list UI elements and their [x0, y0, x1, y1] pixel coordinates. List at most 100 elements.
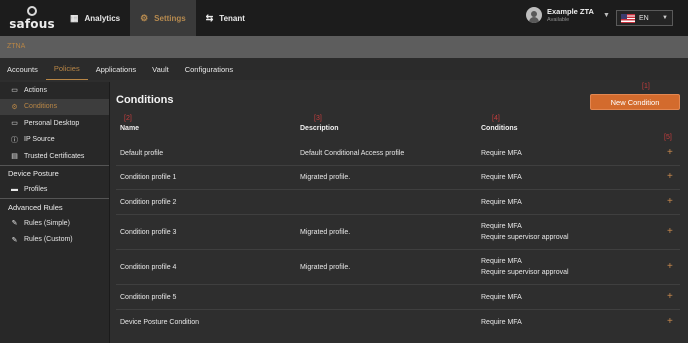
top-bar: safous ▦ Analytics ⚙ Settings ⇆ Tenant E…	[0, 0, 688, 36]
sidebar-item-label: Rules (Custom)	[24, 236, 73, 244]
table-row[interactable]: Default profile Default Conditional Acce…	[116, 142, 680, 166]
sidebar-item-conditions[interactable]: ⚙ Conditions	[0, 98, 109, 115]
row-condition: Require MFA	[481, 223, 522, 230]
row-name: Device Posture Condition	[120, 319, 199, 326]
marker-5: [5]	[664, 134, 672, 141]
chevron-down-icon: ▼	[662, 15, 668, 21]
tool-icon: ✎	[11, 220, 18, 228]
sidebar-item-rules-custom[interactable]: ✎ Rules (Custom)	[0, 232, 109, 249]
sidebar-item-trusted-certificates[interactable]: ▤ Trusted Certificates	[0, 148, 109, 165]
sidebar-item-label: Rules (Simple)	[24, 219, 70, 227]
row-condition: Require supervisor approval	[481, 234, 569, 241]
sidebar-item-profiles[interactable]: ▬ Profiles	[0, 182, 109, 199]
row-name: Condition profile 5	[120, 294, 177, 301]
logo-text: safous	[9, 16, 55, 31]
row-name: Condition profile 1	[120, 174, 177, 181]
marker-1: [1]	[642, 83, 650, 90]
main-content: Conditions [1] New Condition [2] [3] [4]…	[110, 82, 688, 343]
table-row[interactable]: Condition profile 4 Migrated profile. Re…	[116, 250, 680, 285]
user-status: Available	[547, 17, 570, 23]
language-select[interactable]: EN ▼	[616, 10, 673, 26]
user-name: Example ZTA	[547, 7, 594, 16]
row-description: Migrated profile.	[300, 229, 351, 236]
sidebar-group-device-posture: Device Posture	[0, 164, 109, 182]
tab-vault[interactable]: Vault	[144, 58, 177, 80]
sidebar-item-label: Profiles	[24, 186, 48, 194]
nav-settings-label: Settings	[154, 13, 186, 23]
analytics-icon: ▦	[70, 12, 79, 23]
product-band: ZTNA	[0, 36, 688, 58]
add-icon[interactable]: +	[667, 147, 673, 158]
profile-icon: ▬	[11, 186, 18, 194]
row-name: Condition profile 4	[120, 264, 177, 271]
column-header-name[interactable]: Name	[120, 125, 139, 132]
row-condition: Require supervisor approval	[481, 269, 569, 276]
table-row[interactable]: Condition profile 3 Migrated profile. Re…	[116, 215, 680, 250]
add-icon[interactable]: +	[667, 226, 673, 237]
tab-configurations[interactable]: Configurations	[177, 58, 241, 80]
row-condition: Require MFA	[481, 150, 522, 157]
gear-icon: ⚙	[140, 12, 149, 23]
add-icon[interactable]: +	[667, 171, 673, 182]
add-icon[interactable]: +	[667, 196, 673, 207]
row-description: Migrated profile.	[300, 264, 351, 271]
sidebar-item-label: Actions	[24, 86, 47, 94]
column-header-description[interactable]: Description	[300, 125, 339, 132]
sidebar-group-advanced-rules: Advanced Rules	[0, 198, 109, 215]
sidebar-item-label: Conditions	[24, 103, 58, 111]
row-name: Condition profile 3	[120, 229, 177, 236]
us-flag-icon	[621, 13, 635, 23]
sidebar-item-rules-simple[interactable]: ✎ Rules (Simple)	[0, 215, 109, 232]
product-label: ZTNA	[7, 43, 26, 50]
avatar	[526, 7, 542, 23]
tenant-icon: ⇆	[205, 12, 214, 23]
marker-3: [3]	[314, 115, 322, 122]
sidebar-item-label: Personal Desktop	[24, 119, 80, 127]
new-condition-button[interactable]: New Condition	[590, 94, 680, 110]
row-condition: Require MFA	[481, 294, 522, 301]
nav-tenant[interactable]: ⇆ Tenant	[196, 0, 255, 36]
tab-policies[interactable]: Policies	[45, 58, 88, 80]
add-icon[interactable]: +	[667, 291, 673, 302]
gear-icon: ⚙	[11, 103, 18, 111]
sidebar-item-personal-desktop[interactable]: ▭ Personal Desktop	[0, 115, 109, 132]
monitor-icon: ▭	[11, 120, 18, 128]
sidebar-item-ip-source[interactable]: ⓘ IP Source	[0, 132, 109, 149]
tool-icon: ✎	[11, 236, 18, 244]
column-header-conditions[interactable]: Conditions	[481, 125, 518, 132]
marker-2: [2]	[124, 115, 132, 122]
nav-settings[interactable]: ⚙ Settings	[130, 0, 196, 36]
row-name: Condition profile 2	[120, 199, 177, 206]
nav-analytics-label: Analytics	[84, 13, 121, 23]
row-condition: Require MFA	[481, 199, 522, 206]
safous-logo[interactable]: safous	[4, 5, 60, 31]
nav-analytics[interactable]: ▦ Analytics	[60, 0, 130, 36]
add-icon[interactable]: +	[667, 261, 673, 272]
certificate-icon: ▤	[11, 153, 18, 161]
monitor-icon: ▭	[11, 87, 18, 95]
chevron-down-icon: ▼	[602, 11, 610, 19]
add-icon[interactable]: +	[667, 316, 673, 327]
user-menu[interactable]: Example ZTA Available ▼	[526, 7, 610, 23]
sidebar: ▭ Actions ⚙ Conditions ▭ Personal Deskto…	[0, 82, 110, 343]
row-description: Migrated profile.	[300, 174, 351, 181]
language-label: EN	[639, 14, 649, 22]
row-condition: Require MFA	[481, 319, 522, 326]
tab-applications[interactable]: Applications	[88, 58, 144, 80]
table-row[interactable]: Device Posture Condition Require MFA +	[116, 310, 680, 335]
row-condition: Require MFA	[481, 258, 522, 265]
sub-navigation: Accounts Policies Applications Vault Con…	[0, 58, 688, 80]
row-condition: Require MFA	[481, 174, 522, 181]
sidebar-item-label: IP Source	[24, 136, 55, 144]
logo-mark-icon	[27, 5, 37, 16]
table-row[interactable]: Condition profile 2 Require MFA +	[116, 190, 680, 215]
info-icon: ⓘ	[11, 136, 18, 144]
sidebar-item-actions[interactable]: ▭ Actions	[0, 82, 109, 99]
table-row[interactable]: Condition profile 5 Require MFA +	[116, 285, 680, 310]
row-description: Default Conditional Access profile	[300, 150, 405, 157]
table-row[interactable]: Condition profile 1 Migrated profile. Re…	[116, 166, 680, 190]
marker-4: [4]	[492, 115, 500, 122]
tab-accounts[interactable]: Accounts	[0, 58, 46, 80]
sidebar-item-label: Trusted Certificates	[24, 152, 85, 160]
nav-tenant-label: Tenant	[219, 13, 245, 23]
